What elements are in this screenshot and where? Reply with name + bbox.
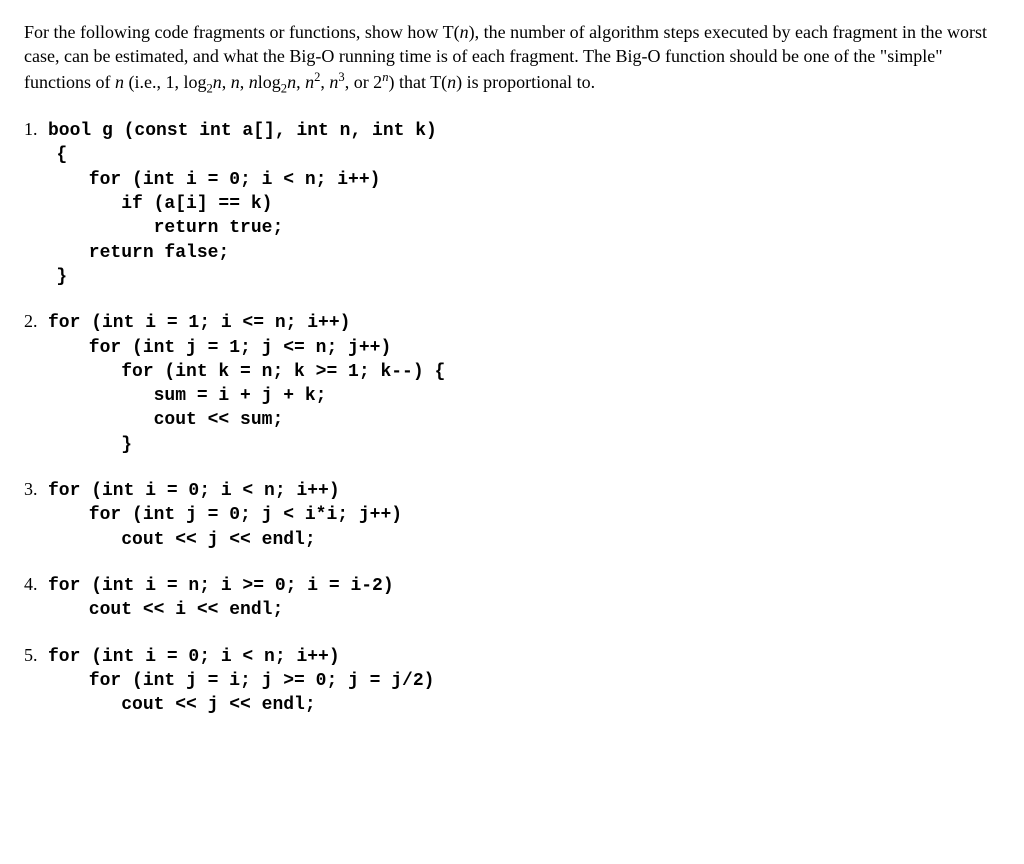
code-block: for (int j = i; j >= 0; j = j/2) cout <<… <box>24 669 1000 718</box>
problem-4: 4. for (int i = n; i >= 0; i = i-2) cout… <box>24 574 1000 623</box>
var-n: n <box>213 72 222 92</box>
code-block: for (int j = 1; j <= n; j++) for (int k … <box>24 336 1000 457</box>
intro-text: For the following code fragments or func… <box>24 22 460 42</box>
item-number: 3. <box>24 479 42 500</box>
var-n: n <box>305 72 314 92</box>
intro-paragraph: For the following code fragments or func… <box>24 20 1000 97</box>
problem-2: 2. for (int i = 1; i <= n; i++) for (int… <box>24 311 1000 457</box>
intro-text: , or 2 <box>345 72 383 92</box>
intro-text: (i.e., 1, log <box>124 72 207 92</box>
var-n: n <box>460 22 469 42</box>
code-first-line: for (int i = 0; i < n; i++) <box>48 479 340 503</box>
item-number: 4. <box>24 574 42 595</box>
item-number: 1. <box>24 119 42 140</box>
var-n: n <box>287 72 296 92</box>
problem-3: 3. for (int i = 0; i < n; i++) for (int … <box>24 479 1000 552</box>
problem-5: 5. for (int i = 0; i < n; i++) for (int … <box>24 645 1000 718</box>
intro-text: , <box>222 72 231 92</box>
code-first-line: for (int i = 1; i <= n; i++) <box>48 311 350 335</box>
code-first-line: for (int i = n; i >= 0; i = i-2) <box>48 574 394 598</box>
intro-text: , <box>240 72 249 92</box>
code-block: cout << i << endl; <box>24 598 1000 622</box>
intro-text: , <box>296 72 305 92</box>
var-n: n <box>231 72 240 92</box>
item-number: 2. <box>24 311 42 332</box>
intro-text: ) is proportional to. <box>456 72 595 92</box>
code-block: for (int j = 0; j < i*i; j++) cout << j … <box>24 503 1000 552</box>
var-n: n <box>249 72 258 92</box>
code-first-line: for (int i = 0; i < n; i++) <box>48 645 340 669</box>
intro-text: log <box>258 72 281 92</box>
var-n: n <box>447 72 456 92</box>
var-n: n <box>115 72 124 92</box>
item-number: 5. <box>24 645 42 666</box>
problem-1: 1. bool g (const int a[], int n, int k) … <box>24 119 1000 289</box>
intro-text: ) that T( <box>388 72 447 92</box>
code-first-line: bool g (const int a[], int n, int k) <box>48 119 437 143</box>
code-block: { for (int i = 0; i < n; i++) if (a[i] =… <box>24 143 1000 289</box>
